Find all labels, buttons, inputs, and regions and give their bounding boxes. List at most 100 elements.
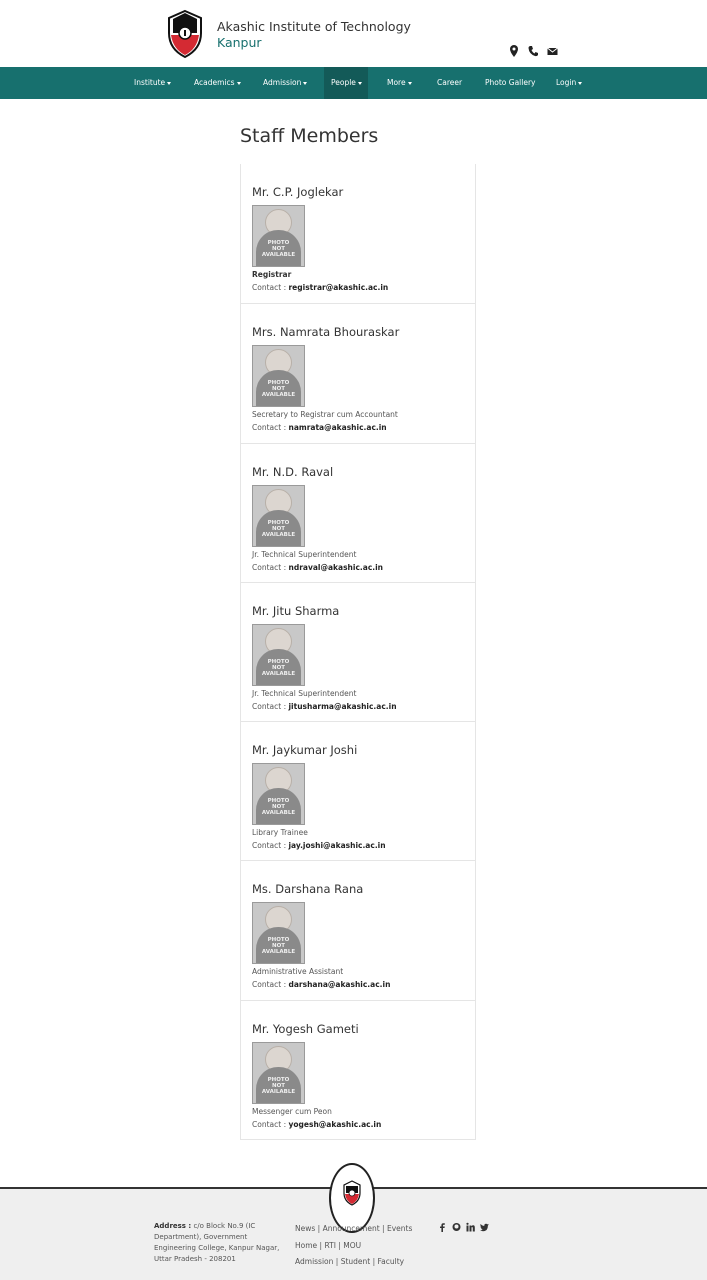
staff-contact: Contact : ndraval@akashic.ac.in xyxy=(252,563,383,572)
github-icon[interactable] xyxy=(452,1222,461,1232)
institute-logo[interactable] xyxy=(167,9,203,59)
photo-not-available-text: PHOTO NOT AVAILABLE xyxy=(261,798,296,817)
institute-city: Kanpur xyxy=(217,35,262,50)
staff-name: Mr. Jitu Sharma xyxy=(252,603,340,618)
staff-name: Mr. C.P. Joglekar xyxy=(252,185,344,199)
staff-contact: Contact : jitusharma@akashic.ac.in xyxy=(252,702,397,711)
linkedin-icon[interactable] xyxy=(466,1222,475,1232)
nav-item-people[interactable]: People xyxy=(324,67,368,99)
footer-link-events[interactable]: Events xyxy=(387,1224,412,1233)
caret-down-icon xyxy=(578,81,583,85)
staff-contact: Contact : namrata@akashic.ac.in xyxy=(252,423,387,432)
twitter-icon[interactable] xyxy=(480,1222,489,1232)
staff-email[interactable]: namrata@akashic.ac.in xyxy=(288,423,386,432)
site-header: Akashic Institute of Technology Kanpur xyxy=(0,0,707,67)
staff-email[interactable]: jitusharma@akashic.ac.in xyxy=(288,702,396,711)
staff-email[interactable]: jay.joshi@akashic.ac.in xyxy=(288,841,385,850)
caret-down-icon xyxy=(357,81,362,85)
footer-link-home[interactable]: Home xyxy=(295,1241,317,1250)
staff-card: Mr. N.D. Raval PHOTO NOT AVAILABLE Jr. Tec… xyxy=(241,442,475,582)
staff-role: Secretary to Registrar cum Accountant xyxy=(252,410,398,420)
contact-label: Contact : xyxy=(252,841,287,851)
nav-item-institute[interactable]: Institute xyxy=(134,67,172,99)
contact-label: Contact : xyxy=(252,701,287,711)
staff-role: Library Trainee xyxy=(252,828,308,838)
footer-link-mou[interactable]: MOU xyxy=(343,1241,361,1250)
staff-name: Mrs. Namrata Bhouraskar xyxy=(252,325,400,340)
staff-role: Registrar xyxy=(252,270,292,279)
main-navbar: Institute Academics Admission People Mor… xyxy=(0,67,707,99)
footer-logo[interactable] xyxy=(343,1180,361,1206)
contact-label: Contact : xyxy=(252,562,287,572)
caret-down-icon xyxy=(167,81,172,85)
staff-role: Messenger cum Peon xyxy=(252,1106,332,1116)
nav-item-admission[interactable]: Admission xyxy=(263,67,308,99)
footer-link-rti[interactable]: RTI xyxy=(324,1241,335,1250)
staff-email[interactable]: yogesh@akashic.ac.in xyxy=(288,1120,381,1129)
photo-placeholder: PHOTO NOT AVAILABLE xyxy=(252,345,305,408)
contact-label: Contact : xyxy=(252,980,287,990)
contact-label: Contact : xyxy=(252,423,287,433)
nav-item-login[interactable]: Login xyxy=(556,67,583,99)
photo-not-available-text: PHOTO NOT AVAILABLE xyxy=(261,240,296,258)
nav-item-photo-gallery[interactable]: Photo Gallery xyxy=(485,67,536,99)
social-links xyxy=(438,1222,489,1232)
photo-placeholder: PHOTO NOT AVAILABLE xyxy=(252,902,305,965)
facebook-icon[interactable] xyxy=(438,1222,447,1232)
contact-label: Contact : xyxy=(252,283,287,292)
caret-down-icon xyxy=(303,81,308,85)
envelope-icon[interactable] xyxy=(547,42,558,55)
nav-item-more[interactable]: More xyxy=(387,67,412,99)
staff-contact: Contact : darshana@akashic.ac.in xyxy=(252,980,390,989)
footer-links-row: Home | RTI | MOU xyxy=(295,1240,362,1250)
photo-placeholder: PHOTO NOT AVAILABLE xyxy=(252,1041,305,1104)
staff-contact: Contact : jay.joshi@akashic.ac.in xyxy=(252,841,386,850)
caret-down-icon xyxy=(407,81,412,85)
footer-link-admission[interactable]: Admission xyxy=(295,1257,333,1266)
staff-card: Mr. C.P. Joglekar PHOTO NOT AVAILABLE Regi… xyxy=(241,164,475,303)
staff-role: Administrative Assistant xyxy=(252,967,344,977)
staff-role: Jr. Technical Superintendent xyxy=(252,688,357,698)
staff-contact: Contact : registrar@akashic.ac.in xyxy=(252,283,388,292)
footer-links-row: News | Announcement | Events xyxy=(295,1224,413,1233)
photo-placeholder: PHOTO NOT AVAILABLE xyxy=(252,484,305,547)
photo-not-available-text: PHOTO NOT AVAILABLE xyxy=(261,658,296,677)
staff-card: Mr. Yogesh Gameti PHOTO NOT AVAILABLE Mess… xyxy=(241,999,475,1139)
phone-icon[interactable] xyxy=(528,42,538,57)
photo-placeholder: PHOTO NOT AVAILABLE xyxy=(252,205,305,267)
footer-links: News | Announcement | Events Home | RTI … xyxy=(295,1221,412,1271)
caret-down-icon xyxy=(236,81,241,85)
photo-placeholder: PHOTO NOT AVAILABLE xyxy=(252,623,305,686)
contact-label: Contact : xyxy=(252,1119,287,1129)
footer-link-faculty[interactable]: Faculty xyxy=(378,1257,405,1266)
staff-name: Mr. Yogesh Gameti xyxy=(252,1021,359,1036)
map-marker-icon[interactable] xyxy=(509,42,519,57)
staff-name: Mr. Jaykumar Joshi xyxy=(252,743,358,758)
staff-role: Jr. Technical Superintendent xyxy=(252,549,357,559)
footer-link-student[interactable]: Student xyxy=(341,1257,371,1266)
photo-not-available-text: PHOTO NOT AVAILABLE xyxy=(261,519,296,538)
photo-placeholder: PHOTO NOT AVAILABLE xyxy=(252,763,305,826)
nav-item-career[interactable]: Career xyxy=(437,67,462,99)
staff-card: Mr. Jitu Sharma PHOTO NOT AVAILABLE Jr. Te… xyxy=(241,581,475,721)
photo-not-available-text: PHOTO NOT AVAILABLE xyxy=(261,380,296,399)
staff-list: Mr. C.P. Joglekar PHOTO NOT AVAILABLE Regi… xyxy=(240,164,476,1141)
footer-link-announcement[interactable]: Announcement xyxy=(323,1224,380,1233)
staff-email[interactable]: ndraval@akashic.ac.in xyxy=(288,563,383,572)
footer-link-news[interactable]: News xyxy=(295,1224,315,1233)
footer-address: Address : c/o Block No.9 (IC Department)… xyxy=(154,1222,280,1263)
footer-links-row: Admission | Student | Faculty xyxy=(295,1257,405,1266)
staff-email[interactable]: darshana@akashic.ac.in xyxy=(288,980,390,989)
header-contact-icons xyxy=(509,42,558,57)
institute-name[interactable]: Akashic Institute of Technology xyxy=(217,19,411,34)
staff-name: Mr. N.D. Raval xyxy=(252,464,334,479)
staff-card: Ms. Darshana Rana PHOTO NOT AVAILABLE Admi… xyxy=(241,860,475,999)
staff-card: Mr. Jaykumar Joshi PHOTO NOT AVAILABLE Lib… xyxy=(241,721,475,860)
photo-not-available-text: PHOTO NOT AVAILABLE xyxy=(261,937,296,956)
staff-contact: Contact : yogesh@akashic.ac.in xyxy=(252,1120,381,1129)
page-title: Staff Members xyxy=(240,125,379,147)
nav-item-academics[interactable]: Academics xyxy=(194,67,241,99)
staff-card: Mrs. Namrata Bhouraskar PHOTO NOT AVAILABL… xyxy=(241,303,475,442)
staff-email[interactable]: registrar@akashic.ac.in xyxy=(288,283,388,292)
staff-name: Ms. Darshana Rana xyxy=(252,882,364,897)
